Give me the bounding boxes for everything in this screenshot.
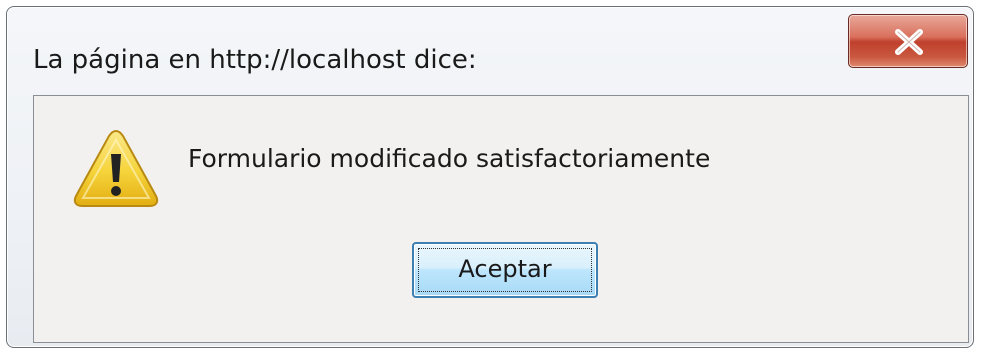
warning-icon bbox=[73, 129, 159, 207]
ok-button[interactable]: Aceptar bbox=[412, 242, 598, 298]
alert-dialog: La página en http://localhost dice: Form… bbox=[6, 6, 974, 348]
ok-button-label: Aceptar bbox=[458, 255, 552, 283]
dialog-content: Formulario modificado satisfactoriamente… bbox=[33, 95, 969, 343]
close-icon bbox=[895, 29, 923, 55]
dialog-message: Formulario modificado satisfactoriamente bbox=[188, 144, 711, 173]
dialog-title: La página en http://localhost dice: bbox=[33, 45, 477, 75]
close-button[interactable] bbox=[848, 14, 968, 68]
